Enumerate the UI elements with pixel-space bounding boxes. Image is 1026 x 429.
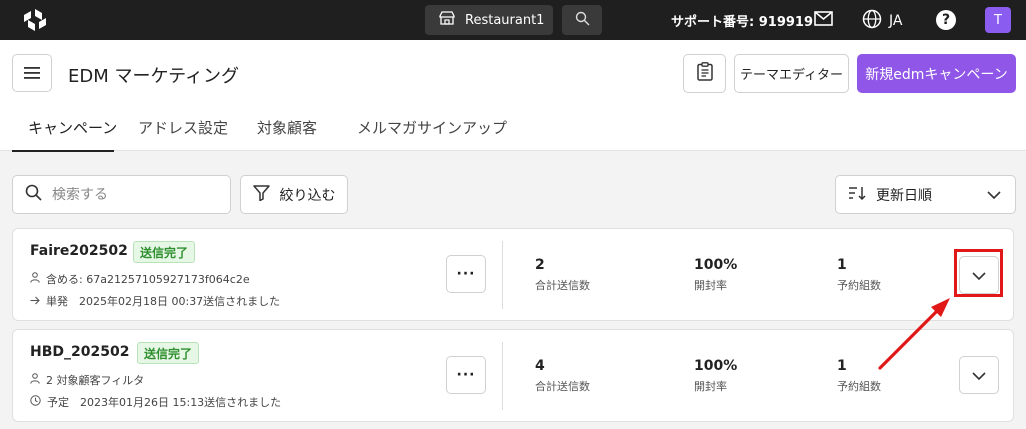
campaign-name[interactable]: Faire202502	[30, 243, 128, 259]
stat-open-rate: 100% 開封率	[694, 257, 737, 293]
search-input[interactable]	[52, 186, 202, 203]
hamburger-icon	[24, 64, 40, 83]
store-selector-button[interactable]: Restaurant1	[425, 5, 553, 35]
stat-value: 4	[535, 358, 545, 374]
stat-value: 2	[535, 257, 545, 273]
campaign-schedule: 予定 2023年01月26日 15:13送信されました	[30, 394, 281, 410]
tab-newsletter-signup[interactable]: メルマガサインアップ	[357, 110, 507, 151]
chevron-down-icon	[987, 188, 1001, 204]
audience-text: 含める: 67a21257105927173f064c2e	[46, 273, 250, 286]
stat-label: 合計送信数	[535, 380, 590, 393]
stat-total-sent: 2 合計送信数	[535, 257, 590, 293]
clock-icon	[30, 395, 41, 409]
more-options-button[interactable]: ···	[446, 255, 486, 293]
help-icon[interactable]: ?	[936, 10, 956, 30]
page-header: EDM マーケティング テーマエディター 新規edmキャンペーン キャンペーン …	[0, 40, 1026, 152]
stat-label: 開封率	[694, 380, 727, 393]
search-icon	[575, 11, 590, 30]
sort-icon	[848, 186, 866, 204]
chevron-down-icon	[972, 366, 986, 385]
schedule-text: 予定 2023年01月26日 15:13送信されました	[47, 396, 282, 409]
language-label: JA	[889, 13, 903, 29]
global-search-button[interactable]	[562, 5, 602, 35]
stat-reservations: 1 予約組数	[837, 257, 881, 293]
funnel-icon	[252, 184, 270, 205]
theme-editor-button[interactable]: テーマエディター	[734, 54, 849, 93]
campaign-card[interactable]: HBD_202502 送信完了 2 対象顧客フィルタ 予定 2023年01月26…	[12, 329, 1014, 422]
stat-value: 1	[837, 257, 847, 273]
tab-address-settings[interactable]: アドレス設定	[138, 110, 232, 151]
campaign-name[interactable]: HBD_202502	[30, 344, 129, 360]
new-campaign-button[interactable]: 新規edmキャンペーン	[857, 54, 1016, 93]
stat-value: 100%	[694, 358, 738, 374]
tab-campaigns[interactable]: キャンペーン	[12, 110, 117, 152]
clipboard-icon	[696, 62, 713, 85]
clipboard-button[interactable]	[683, 54, 726, 93]
tab-bar: キャンペーン アドレス設定 対象顧客 メルマガサインアップ	[12, 110, 507, 152]
stat-label: 合計送信数	[535, 279, 590, 292]
person-icon	[30, 272, 40, 286]
language-selector[interactable]: JA	[862, 9, 902, 33]
arrow-right-icon	[30, 295, 40, 308]
support-number: サポート番号: 919919	[671, 15, 813, 30]
status-badge: 送信完了	[137, 342, 200, 364]
person-icon	[30, 373, 40, 387]
sort-select[interactable]: 更新日順	[835, 175, 1016, 214]
tab-target-customers[interactable]: 対象顧客	[257, 110, 332, 151]
sort-label: 更新日順	[876, 187, 932, 204]
stat-label: 開封率	[694, 279, 727, 292]
globe-icon	[862, 9, 882, 33]
mail-icon[interactable]	[814, 11, 833, 30]
campaign-audience: 含める: 67a21257105927173f064c2e	[30, 271, 250, 287]
page-title: EDM マーケティング	[68, 66, 240, 87]
more-options-button[interactable]: ···	[446, 356, 486, 394]
stat-value: 100%	[694, 257, 738, 273]
status-badge: 送信完了	[133, 241, 196, 263]
stat-label: 予約組数	[837, 380, 881, 393]
expand-button[interactable]	[959, 356, 999, 394]
divider	[502, 342, 503, 410]
campaign-audience: 2 対象顧客フィルタ	[30, 372, 144, 388]
search-icon	[25, 184, 42, 205]
stat-open-rate: 100% 開封率	[694, 358, 737, 394]
top-bar: Restaurant1 サポート番号: 919919 JA ? T	[0, 0, 1026, 40]
search-field[interactable]	[12, 175, 231, 214]
schedule-text: 単発 2025年02月18日 00:37送信されました	[46, 295, 281, 308]
campaign-schedule: 単発 2025年02月18日 00:37送信されました	[30, 293, 280, 309]
store-icon	[439, 11, 455, 29]
audience-text: 2 対象顧客フィルタ	[46, 374, 145, 387]
filter-button[interactable]: 絞り込む	[240, 175, 348, 214]
campaign-card[interactable]: Faire202502 送信完了 含める: 67a21257105927173f…	[12, 228, 1014, 321]
store-name: Restaurant1	[465, 12, 545, 28]
divider	[502, 241, 503, 309]
filter-label: 絞り込む	[279, 187, 336, 204]
annotation-highlight-box	[954, 249, 1003, 297]
stat-total-sent: 4 合計送信数	[535, 358, 590, 394]
menu-toggle-button[interactable]	[12, 54, 52, 92]
avatar[interactable]: T	[985, 7, 1011, 33]
annotation-arrow-icon	[878, 298, 950, 370]
app-logo-icon[interactable]	[22, 8, 48, 32]
